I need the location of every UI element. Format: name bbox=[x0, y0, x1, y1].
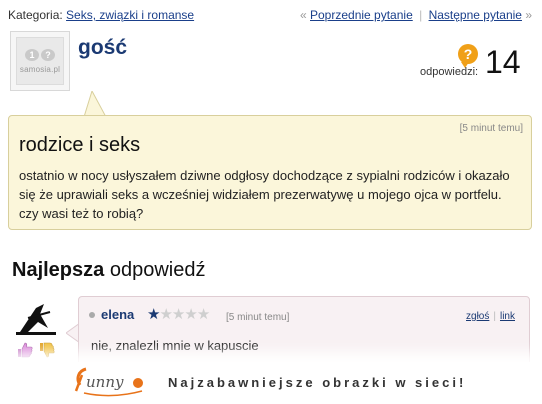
answerer-avatar[interactable] bbox=[14, 298, 58, 336]
star-empty-icon: ★ bbox=[171, 306, 185, 323]
star-empty-icon: ★ bbox=[184, 306, 197, 323]
category-label: Kategoria: bbox=[8, 8, 63, 22]
nav-separator: | bbox=[419, 8, 423, 22]
question-title: rodzice i seks bbox=[19, 134, 141, 156]
star-empty-icon: ★ bbox=[159, 306, 172, 323]
thumbs-down-icon[interactable] bbox=[38, 341, 56, 359]
question-body: ostatnio w nocy usłyszałem dziwne odgłos… bbox=[19, 168, 510, 221]
avatar-logo-text: samosia.pl bbox=[19, 64, 61, 74]
question-box: [5 minut temu] rodzice i seks ostatnio w… bbox=[8, 115, 532, 230]
question-bubble-tail bbox=[84, 91, 106, 117]
topbar: Kategoria: Seks, związki i romanse « Pop… bbox=[8, 7, 532, 23]
answer-time: [5 minut temu] bbox=[226, 312, 290, 323]
status-dot-icon bbox=[89, 312, 95, 318]
answer-actions: zgłoś | link bbox=[466, 311, 515, 322]
answers-label: odpowiedzi: bbox=[420, 66, 479, 78]
category-link[interactable]: Seks, związki i romanse bbox=[66, 8, 194, 22]
prev-arrow: « bbox=[299, 8, 307, 22]
answerer-username[interactable]: elena bbox=[101, 307, 134, 322]
watermark-footer: unny Najzabawniejsze obrazki w sieci! bbox=[0, 362, 542, 404]
question-navigation: « Poprzednie pytanie | Następne pytanie … bbox=[300, 7, 532, 23]
funny-logo: unny bbox=[74, 367, 143, 397]
star-filled-icon: ★ bbox=[147, 306, 160, 323]
default-avatar-icon: 1? samosia.pl bbox=[16, 37, 64, 85]
report-link[interactable]: zgłoś bbox=[466, 311, 489, 322]
next-question-link[interactable]: Następne pytanie bbox=[429, 8, 522, 22]
user-rating-stars: ★★★★★ bbox=[147, 306, 210, 323]
svg-text:unny: unny bbox=[86, 373, 124, 391]
asker-username: gość bbox=[78, 36, 128, 59]
best-answer-heading: Najlepsza odpowiedź bbox=[12, 259, 205, 282]
best-answer-heading-bold: Najlepsza bbox=[12, 259, 105, 281]
next-arrow: » bbox=[525, 8, 532, 22]
best-answer-heading-rest: odpowiedź bbox=[104, 259, 206, 281]
best-answer-box: elena ★★★★★ [5 minut temu] zgłoś | link ni… bbox=[78, 296, 530, 372]
asker-avatar[interactable]: 1? samosia.pl bbox=[10, 31, 70, 91]
answers-count: 14 bbox=[485, 44, 521, 80]
watermark-slogan: Najzabawniejsze obrazki w sieci! bbox=[168, 375, 467, 390]
star-empty-icon: ★ bbox=[196, 306, 210, 323]
permalink-link[interactable]: link bbox=[500, 311, 515, 322]
answers-question-icon: ? bbox=[458, 44, 478, 68]
previous-question-link[interactable]: Poprzednie pytanie bbox=[310, 8, 413, 22]
answer-text: nie, znalezli mnie w kapuscie bbox=[91, 338, 259, 353]
question-time: [5 minut temu] bbox=[459, 123, 523, 134]
thumbs-up-icon[interactable] bbox=[16, 341, 34, 359]
answer-actions-separator: | bbox=[493, 311, 496, 322]
